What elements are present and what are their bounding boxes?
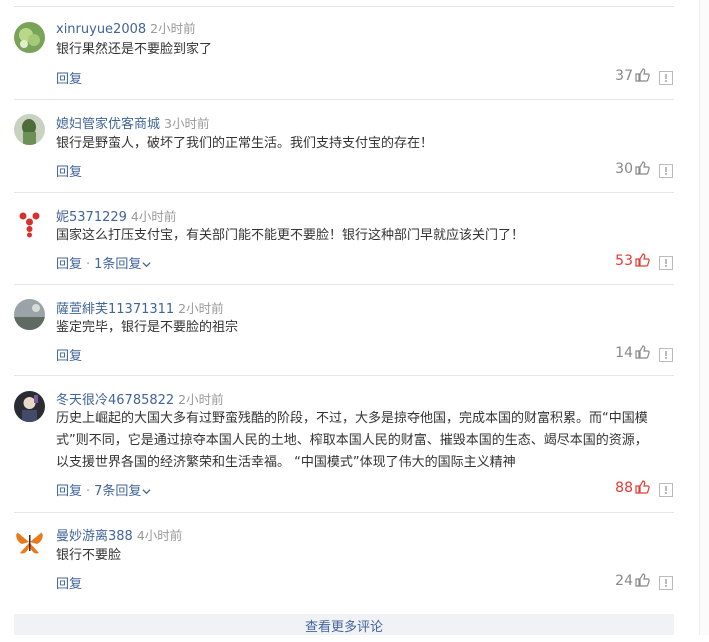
- divider: [14, 375, 674, 376]
- username[interactable]: 曼妙游离388: [56, 529, 133, 544]
- chevron-down-icon: [142, 262, 151, 268]
- avatar[interactable]: [14, 299, 45, 330]
- reply-button[interactable]: 回复: [56, 349, 82, 364]
- report-icon[interactable]: [659, 483, 673, 497]
- like-button[interactable]: 88: [600, 479, 650, 496]
- username[interactable]: 薩萱緋芙11371311: [56, 302, 174, 317]
- reply-button[interactable]: 回复: [56, 72, 82, 87]
- timestamp: 4小时前: [136, 528, 183, 543]
- username[interactable]: 媳妇管家优客商城: [56, 117, 160, 132]
- like-count: 53: [615, 253, 633, 269]
- like-count: 37: [615, 68, 633, 84]
- like-button[interactable]: 14: [600, 344, 650, 361]
- divider: [14, 284, 674, 285]
- divider: [14, 512, 674, 513]
- username[interactable]: 妮5371229: [56, 210, 127, 225]
- avatar[interactable]: [14, 527, 45, 558]
- comment-text: 银行果然还是不要脸到家了: [56, 42, 213, 57]
- reply-button[interactable]: 回复: [56, 257, 82, 272]
- like-button[interactable]: 24: [600, 572, 650, 589]
- view-replies-button[interactable]: 1条回复: [94, 257, 151, 272]
- avatar[interactable]: [14, 207, 45, 238]
- thumbs-up-icon: [635, 68, 650, 82]
- comment-section: xinruyue2008 2小时前 银行果然还是不要脸到家了 回复 37 媳妇管家…: [0, 0, 709, 635]
- timestamp: 4小时前: [130, 209, 177, 224]
- report-icon[interactable]: [659, 71, 673, 85]
- thumbs-up-icon: [635, 345, 650, 359]
- like-count: 24: [615, 573, 633, 589]
- view-replies-button[interactable]: 7条回复: [94, 484, 151, 499]
- timestamp: 2小时前: [178, 301, 224, 316]
- report-icon[interactable]: [659, 348, 673, 362]
- like-button[interactable]: 30: [600, 160, 650, 177]
- reply-button[interactable]: 回复: [56, 165, 82, 180]
- timestamp: 2小时前: [178, 392, 224, 407]
- avatar[interactable]: [14, 114, 45, 145]
- chevron-down-icon: [142, 489, 151, 495]
- thumbs-up-icon: [635, 573, 650, 587]
- divider: [14, 99, 674, 100]
- avatar[interactable]: [14, 22, 45, 53]
- reply-button[interactable]: 回复: [56, 484, 82, 499]
- username[interactable]: xinruyue2008: [56, 22, 146, 37]
- report-icon[interactable]: [659, 256, 673, 270]
- avatar[interactable]: [14, 391, 45, 422]
- report-icon[interactable]: [659, 164, 673, 178]
- load-more-comments-button[interactable]: 查看更多评论: [14, 614, 674, 635]
- thumbs-up-icon: [635, 253, 650, 267]
- scrollbar[interactable]: [699, 0, 709, 635]
- thumbs-up-icon: [635, 161, 650, 175]
- like-count: 88: [615, 480, 633, 496]
- timestamp: 2小时前: [150, 21, 196, 36]
- comment-text: 银行不要脸: [56, 548, 122, 563]
- like-button[interactable]: 53: [600, 252, 650, 269]
- thumbs-up-icon: [635, 480, 650, 494]
- timestamp: 3小时前: [164, 116, 210, 131]
- like-button[interactable]: 37: [600, 67, 650, 84]
- username[interactable]: 冬天很冷46785822: [56, 393, 174, 408]
- comment-text: 历史上崛起的大国大多有过野蛮残酷的阶段，不过，大多是掠夺他国，完成本国的财富积累…: [56, 411, 648, 470]
- like-count: 30: [615, 161, 633, 177]
- divider: [14, 192, 674, 193]
- comment-text: 国家这么打压支付宝，有关部门能不能更不要脸！银行这种部门早就应该关门了！: [56, 228, 525, 243]
- comment-text: 鉴定完毕，银行是不要脸的祖宗: [56, 320, 239, 335]
- like-count: 14: [615, 345, 633, 361]
- comment-text: 银行是野蛮人，破坏了我们的正常生活。我们支持支付宝的存在！: [56, 136, 434, 151]
- divider: [14, 6, 674, 7]
- report-icon[interactable]: [659, 576, 673, 590]
- reply-button[interactable]: 回复: [56, 577, 82, 592]
